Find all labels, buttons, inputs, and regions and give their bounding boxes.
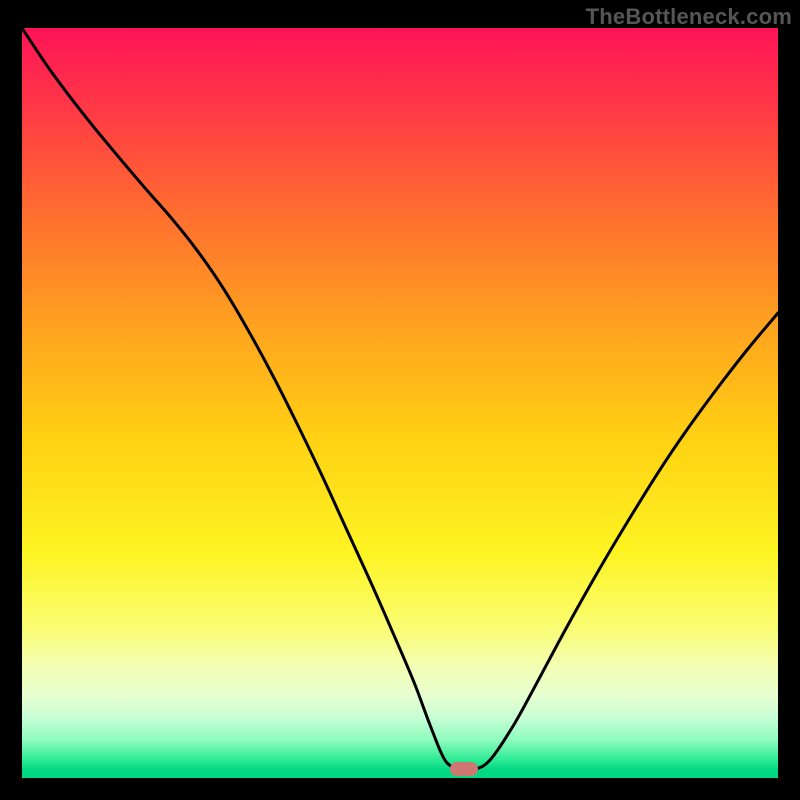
optimal-point-marker [450, 762, 478, 776]
plot-area [22, 28, 778, 778]
bottleneck-curve [22, 28, 778, 778]
watermark-text: TheBottleneck.com [586, 4, 792, 30]
chart-frame: TheBottleneck.com [0, 0, 800, 800]
